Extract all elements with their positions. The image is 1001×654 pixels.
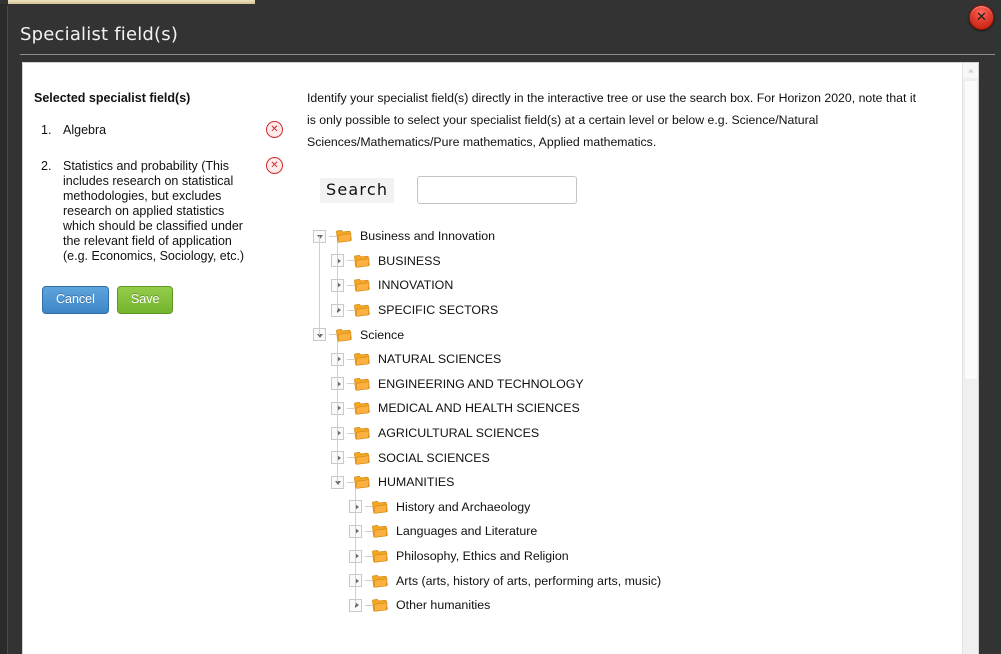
tree-node[interactable]: HUMANITIES: [331, 470, 947, 495]
specialist-field-tree: Business and Innovation BUSINESS INNOVATIO…: [313, 224, 947, 618]
folder-icon: [353, 351, 371, 367]
tree-node[interactable]: History and Archaeology: [349, 495, 947, 520]
folder-icon: [371, 597, 389, 613]
tree-guide-line: [319, 236, 320, 335]
tree-node-label[interactable]: INNOVATION: [378, 278, 453, 292]
tree-node[interactable]: Science: [313, 322, 947, 347]
folder-icon: [371, 548, 389, 564]
tree-node-label[interactable]: SOCIAL SCIENCES: [378, 451, 490, 465]
tree-node[interactable]: Philosophy, Ethics and Religion: [349, 544, 947, 569]
dialog-body: Selected specialist field(s) 1. Algebra …: [22, 62, 979, 654]
tree-node-label[interactable]: History and Archaeology: [396, 500, 530, 514]
chevron-up-icon[interactable]: [963, 63, 978, 79]
tree-node-label[interactable]: MEDICAL AND HEALTH SCIENCES: [378, 401, 580, 415]
tree-guide-line: [355, 488, 356, 606]
search-label: Search: [320, 177, 395, 203]
folder-icon: [353, 376, 371, 392]
tree-node-label[interactable]: Business and Innovation: [360, 229, 495, 243]
folder-icon: [371, 573, 389, 589]
search-input[interactable]: [417, 176, 578, 204]
tree-node-label[interactable]: HUMANITIES: [378, 475, 454, 489]
list-item: 1. Algebra: [33, 121, 283, 143]
selected-fields-panel: Selected specialist field(s) 1. Algebra …: [33, 91, 283, 314]
instructions-text: Identify your specialist field(s) direct…: [307, 91, 916, 149]
close-circle-icon[interactable]: [969, 5, 994, 30]
action-buttons: Cancel Save: [42, 286, 283, 314]
tree-node[interactable]: Arts (arts, history of arts, performing …: [349, 568, 947, 593]
save-button[interactable]: Save: [116, 286, 174, 314]
list-item-label: Statistics and probability (This include…: [63, 159, 245, 263]
tree-node[interactable]: SPECIFIC SECTORS: [331, 298, 947, 323]
tree-node-label[interactable]: ENGINEERING AND TECHNOLOGY: [378, 377, 584, 391]
page-title: Specialist field(s): [20, 24, 179, 45]
tree-node-label[interactable]: Science: [360, 328, 404, 342]
tree-node-label[interactable]: AGRICULTURAL SCIENCES: [378, 426, 539, 440]
list-item-label: Algebra: [63, 123, 107, 137]
tree-node[interactable]: Business and Innovation: [313, 224, 947, 249]
left-gutter-line: [7, 6, 8, 654]
tree-node[interactable]: BUSINESS: [331, 249, 947, 274]
tree-guide-line: [337, 340, 338, 483]
tree-node-label[interactable]: NATURAL SCIENCES: [378, 352, 501, 366]
field-browser-panel: Identify your specialist field(s) direct…: [307, 87, 947, 618]
dialog-root: Specialist field(s) Selected specialist …: [0, 0, 1001, 654]
list-item-number: 1.: [41, 123, 52, 137]
tree-node[interactable]: Other humanities: [349, 593, 947, 618]
folder-icon: [371, 499, 389, 515]
folder-icon: [353, 401, 371, 417]
list-item: 2. Statistics and probability (This incl…: [33, 157, 283, 264]
tree-node[interactable]: Languages and Literature: [349, 519, 947, 544]
tree-connector: [347, 284, 354, 286]
tree-node-label[interactable]: SPECIFIC SECTORS: [378, 303, 498, 317]
scrollbar-thumb[interactable]: [964, 80, 978, 380]
search-row: Search: [320, 176, 947, 204]
cancel-button[interactable]: Cancel: [42, 286, 109, 314]
folder-icon: [353, 425, 371, 441]
folder-icon: [353, 302, 371, 318]
tree-node[interactable]: ENGINEERING AND TECHNOLOGY: [331, 372, 947, 397]
folder-icon: [353, 450, 371, 466]
remove-circle-icon[interactable]: [266, 157, 283, 174]
selected-fields-heading: Selected specialist field(s): [34, 91, 191, 105]
top-accent-strip-highlight: [8, 0, 255, 2]
tree-node-label[interactable]: Philosophy, Ethics and Religion: [396, 549, 569, 563]
dialog-titlebar: Specialist field(s): [8, 4, 1001, 56]
tree-node[interactable]: AGRICULTURAL SCIENCES: [331, 421, 947, 446]
tree-connector: [347, 407, 354, 409]
titlebar-divider: [20, 54, 995, 55]
tree-node[interactable]: INNOVATION: [331, 273, 947, 298]
tree-node-label[interactable]: BUSINESS: [378, 254, 441, 268]
tree-node-label[interactable]: Languages and Literature: [396, 524, 537, 538]
tree-guide-line: [337, 242, 338, 311]
tree-node-label[interactable]: Arts (arts, history of arts, performing …: [396, 574, 661, 588]
tree-connector: [365, 530, 372, 532]
vertical-scrollbar[interactable]: [962, 63, 978, 654]
remove-circle-icon[interactable]: [266, 121, 283, 138]
folder-icon: [353, 278, 371, 294]
tree-node[interactable]: SOCIAL SCIENCES: [331, 445, 947, 470]
tree-node[interactable]: MEDICAL AND HEALTH SCIENCES: [331, 396, 947, 421]
tree-node-label[interactable]: Other humanities: [396, 598, 490, 612]
selected-fields-list: 1. Algebra 2. Statistics and probability…: [33, 121, 283, 264]
list-item-number: 2.: [41, 159, 52, 173]
folder-icon: [353, 253, 371, 269]
folder-icon: [371, 523, 389, 539]
tree-node[interactable]: NATURAL SCIENCES: [331, 347, 947, 372]
